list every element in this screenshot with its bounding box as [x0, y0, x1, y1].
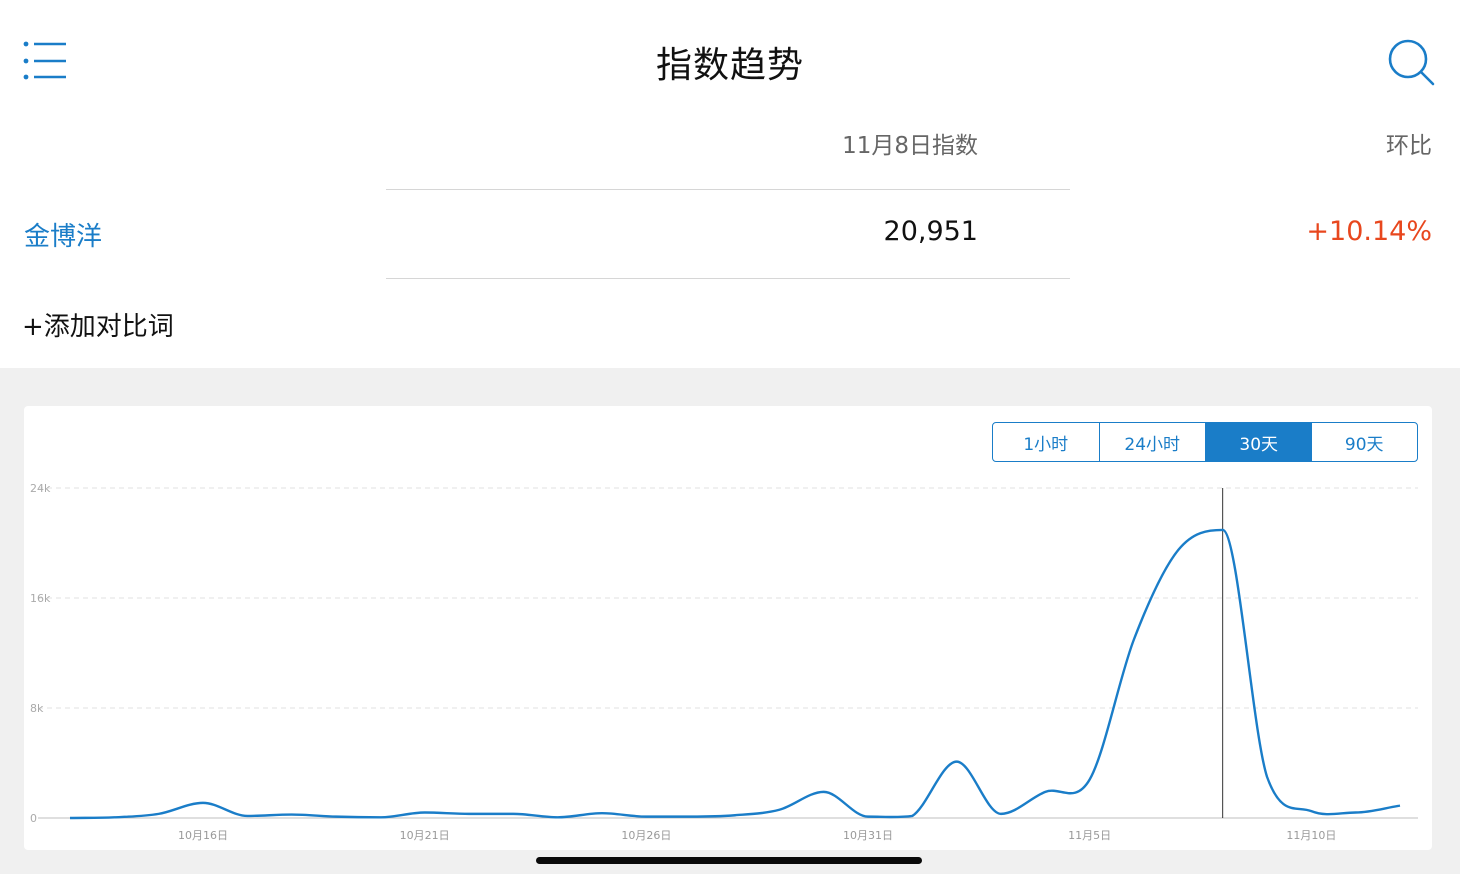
- table-divider-top: [386, 189, 1070, 190]
- table-divider-bottom: [386, 278, 1070, 279]
- keyword-name[interactable]: 金博洋: [24, 216, 102, 253]
- header-panel: 指数趋势 11月8日指数 环比 金博洋 20,951 +10.14% +添加对比…: [0, 0, 1460, 368]
- add-compare-button[interactable]: +添加对比词: [22, 306, 174, 343]
- chart-card: [24, 406, 1432, 850]
- time-range-selector: 1小时 24小时 30天 90天: [992, 422, 1418, 462]
- range-button-30d[interactable]: 30天: [1205, 423, 1312, 461]
- home-indicator: [536, 857, 922, 864]
- keyword-change-value: +10.14%: [1306, 216, 1432, 247]
- range-button-24h[interactable]: 24小时: [1098, 423, 1206, 461]
- change-column-header: 环比: [1386, 133, 1432, 159]
- range-button-1h[interactable]: 1小时: [993, 423, 1099, 461]
- date-column-header: 11月8日指数: [842, 133, 978, 159]
- page-title: 指数趋势: [655, 45, 804, 86]
- keyword-index-value: 20,951: [883, 216, 978, 247]
- range-button-90d[interactable]: 90天: [1312, 423, 1418, 461]
- search-icon[interactable]: [1386, 38, 1436, 86]
